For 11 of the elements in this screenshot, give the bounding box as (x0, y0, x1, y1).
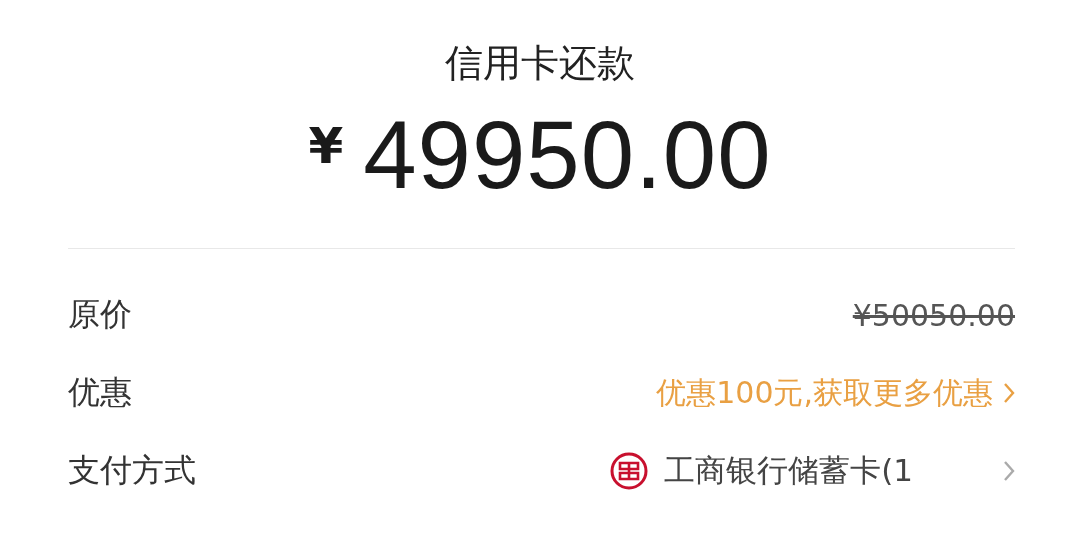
row-label: 优惠 (68, 372, 132, 413)
row-label: 原价 (68, 294, 132, 335)
chevron-icon (1003, 460, 1015, 482)
page-title: 信用卡还款 (445, 40, 635, 87)
payment-method[interactable]: 工商银行储蓄卡(1 (664, 450, 913, 492)
currency-symbol: ¥ (308, 116, 344, 176)
bank-logo-icon (610, 452, 649, 490)
original-price: ¥50050.00 (852, 297, 1015, 333)
chevron-icon (1003, 382, 1015, 404)
row-label: 支付方式 (68, 450, 196, 491)
payment-amount: 49950.00 (363, 100, 772, 210)
